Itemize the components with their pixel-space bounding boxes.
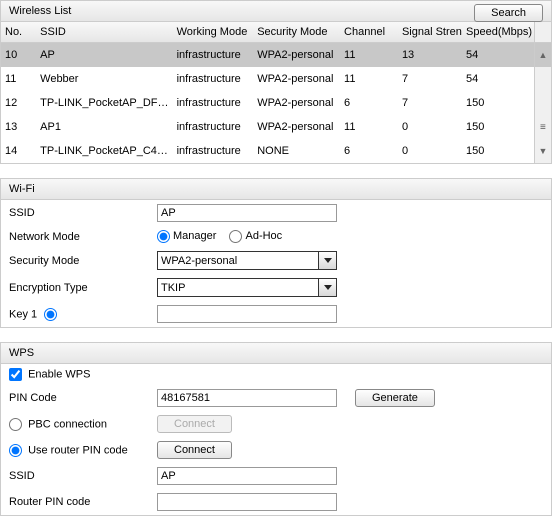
- cell-ch: 11: [340, 43, 398, 68]
- wps-section: WPS Enable WPS PIN Code Generate PBC con…: [0, 342, 552, 516]
- scrollbar[interactable]: [534, 91, 551, 115]
- cell-no: 11: [1, 67, 36, 91]
- cell-ssid: TP-LINK_PocketAP_DFB048: [36, 91, 172, 115]
- ssid-label: SSID: [9, 207, 157, 219]
- col-no[interactable]: No.: [1, 22, 36, 43]
- enable-wps-label[interactable]: Enable WPS: [9, 368, 90, 381]
- cell-ch: 6: [340, 91, 398, 115]
- wps-header: WPS: [1, 343, 551, 364]
- col-working-mode[interactable]: Working Mode: [173, 22, 254, 43]
- cell-mode: infrastructure: [173, 67, 254, 91]
- scrollbar[interactable]: ▲: [534, 43, 551, 68]
- pin-code-label: PIN Code: [9, 392, 157, 404]
- enable-wps-checkbox[interactable]: [9, 368, 22, 381]
- wps-ssid-label: SSID: [9, 470, 157, 482]
- col-speed[interactable]: Speed(Mbps): [462, 22, 534, 43]
- wireless-list-header: Wireless List Search: [0, 0, 552, 22]
- encryption-type-select[interactable]: TKIP: [157, 278, 337, 297]
- generate-button[interactable]: Generate: [355, 389, 435, 407]
- cell-sig: 13: [398, 43, 462, 68]
- pin-code-input[interactable]: [157, 389, 337, 407]
- cell-ch: 11: [340, 67, 398, 91]
- table-row[interactable]: 13AP1infrastructureWPA2-personal110150≡: [1, 115, 551, 139]
- adhoc-radio-label[interactable]: Ad-Hoc: [229, 230, 282, 242]
- cell-mode: infrastructure: [173, 139, 254, 163]
- cell-ssid: AP1: [36, 115, 172, 139]
- cell-sig: 0: [398, 115, 462, 139]
- router-pin-radio[interactable]: [9, 444, 22, 457]
- search-button[interactable]: Search: [474, 4, 543, 22]
- router-pin-code-input[interactable]: [157, 493, 337, 511]
- cell-ch: 6: [340, 139, 398, 163]
- router-pin-label[interactable]: Use router PIN code: [9, 444, 157, 457]
- cell-ch: 11: [340, 115, 398, 139]
- cell-speed: 54: [462, 67, 534, 91]
- cell-sec: WPA2-personal: [253, 67, 340, 91]
- col-ssid[interactable]: SSID: [36, 22, 172, 43]
- col-security-mode[interactable]: Security Mode: [253, 22, 340, 43]
- col-channel[interactable]: Channel: [340, 22, 398, 43]
- key1-label: Key 1: [9, 308, 157, 321]
- pbc-radio[interactable]: [9, 418, 22, 431]
- manager-radio-label[interactable]: Manager: [157, 230, 216, 242]
- key1-radio[interactable]: [44, 308, 57, 321]
- cell-ssid: TP-LINK_PocketAP_C4C216: [36, 139, 172, 163]
- cell-no: 10: [1, 43, 36, 68]
- security-mode-label: Security Mode: [9, 255, 157, 267]
- router-pin-code-label: Router PIN code: [9, 496, 157, 508]
- wps-ssid-input[interactable]: [157, 467, 337, 485]
- table-row[interactable]: 14TP-LINK_PocketAP_C4C216infrastructureN…: [1, 139, 551, 163]
- cell-mode: infrastructure: [173, 91, 254, 115]
- cell-mode: infrastructure: [173, 43, 254, 68]
- cell-no: 14: [1, 139, 36, 163]
- wifi-section: Wi-Fi SSID Network Mode Manager Ad-Hoc S…: [0, 178, 552, 328]
- cell-ssid: Webber: [36, 67, 172, 91]
- cell-speed: 54: [462, 43, 534, 68]
- table-row[interactable]: 11WebberinfrastructureWPA2-personal11754: [1, 67, 551, 91]
- chevron-down-icon: [318, 279, 336, 296]
- cell-sig: 7: [398, 67, 462, 91]
- wireless-list-table: No. SSID Working Mode Security Mode Chan…: [0, 22, 552, 164]
- adhoc-radio[interactable]: [229, 230, 242, 243]
- cell-sec: WPA2-personal: [253, 91, 340, 115]
- cell-sec: WPA2-personal: [253, 43, 340, 68]
- scrollbar[interactable]: ≡: [534, 115, 551, 139]
- cell-no: 13: [1, 115, 36, 139]
- encryption-type-label: Encryption Type: [9, 282, 157, 294]
- chevron-down-icon: [318, 252, 336, 269]
- wifi-header: Wi-Fi: [1, 179, 551, 200]
- connect-button-pbc: Connect: [157, 415, 232, 433]
- network-mode-label: Network Mode: [9, 231, 157, 243]
- scrollbar[interactable]: ▼: [534, 139, 551, 163]
- table-header-row: No. SSID Working Mode Security Mode Chan…: [1, 22, 551, 43]
- connect-button-router[interactable]: Connect: [157, 441, 232, 459]
- cell-sec: WPA2-personal: [253, 115, 340, 139]
- col-signal[interactable]: Signal Strength: [398, 22, 462, 43]
- ssid-input[interactable]: [157, 204, 337, 222]
- table-row[interactable]: 12TP-LINK_PocketAP_DFB048infrastructureW…: [1, 91, 551, 115]
- cell-no: 12: [1, 91, 36, 115]
- security-mode-select[interactable]: WPA2-personal: [157, 251, 337, 270]
- wireless-list-title: Wireless List: [9, 5, 71, 17]
- cell-sig: 0: [398, 139, 462, 163]
- manager-radio[interactable]: [157, 230, 170, 243]
- cell-ssid: AP: [36, 43, 172, 68]
- cell-sec: NONE: [253, 139, 340, 163]
- cell-speed: 150: [462, 115, 534, 139]
- table-row[interactable]: 10APinfrastructureWPA2-personal111354▲: [1, 43, 551, 68]
- scrollbar-header: [534, 22, 551, 43]
- cell-mode: infrastructure: [173, 115, 254, 139]
- cell-sig: 7: [398, 91, 462, 115]
- scrollbar[interactable]: [534, 67, 551, 91]
- key1-input[interactable]: [157, 305, 337, 323]
- cell-speed: 150: [462, 139, 534, 163]
- cell-speed: 150: [462, 91, 534, 115]
- pbc-connection-label[interactable]: PBC connection: [9, 418, 157, 431]
